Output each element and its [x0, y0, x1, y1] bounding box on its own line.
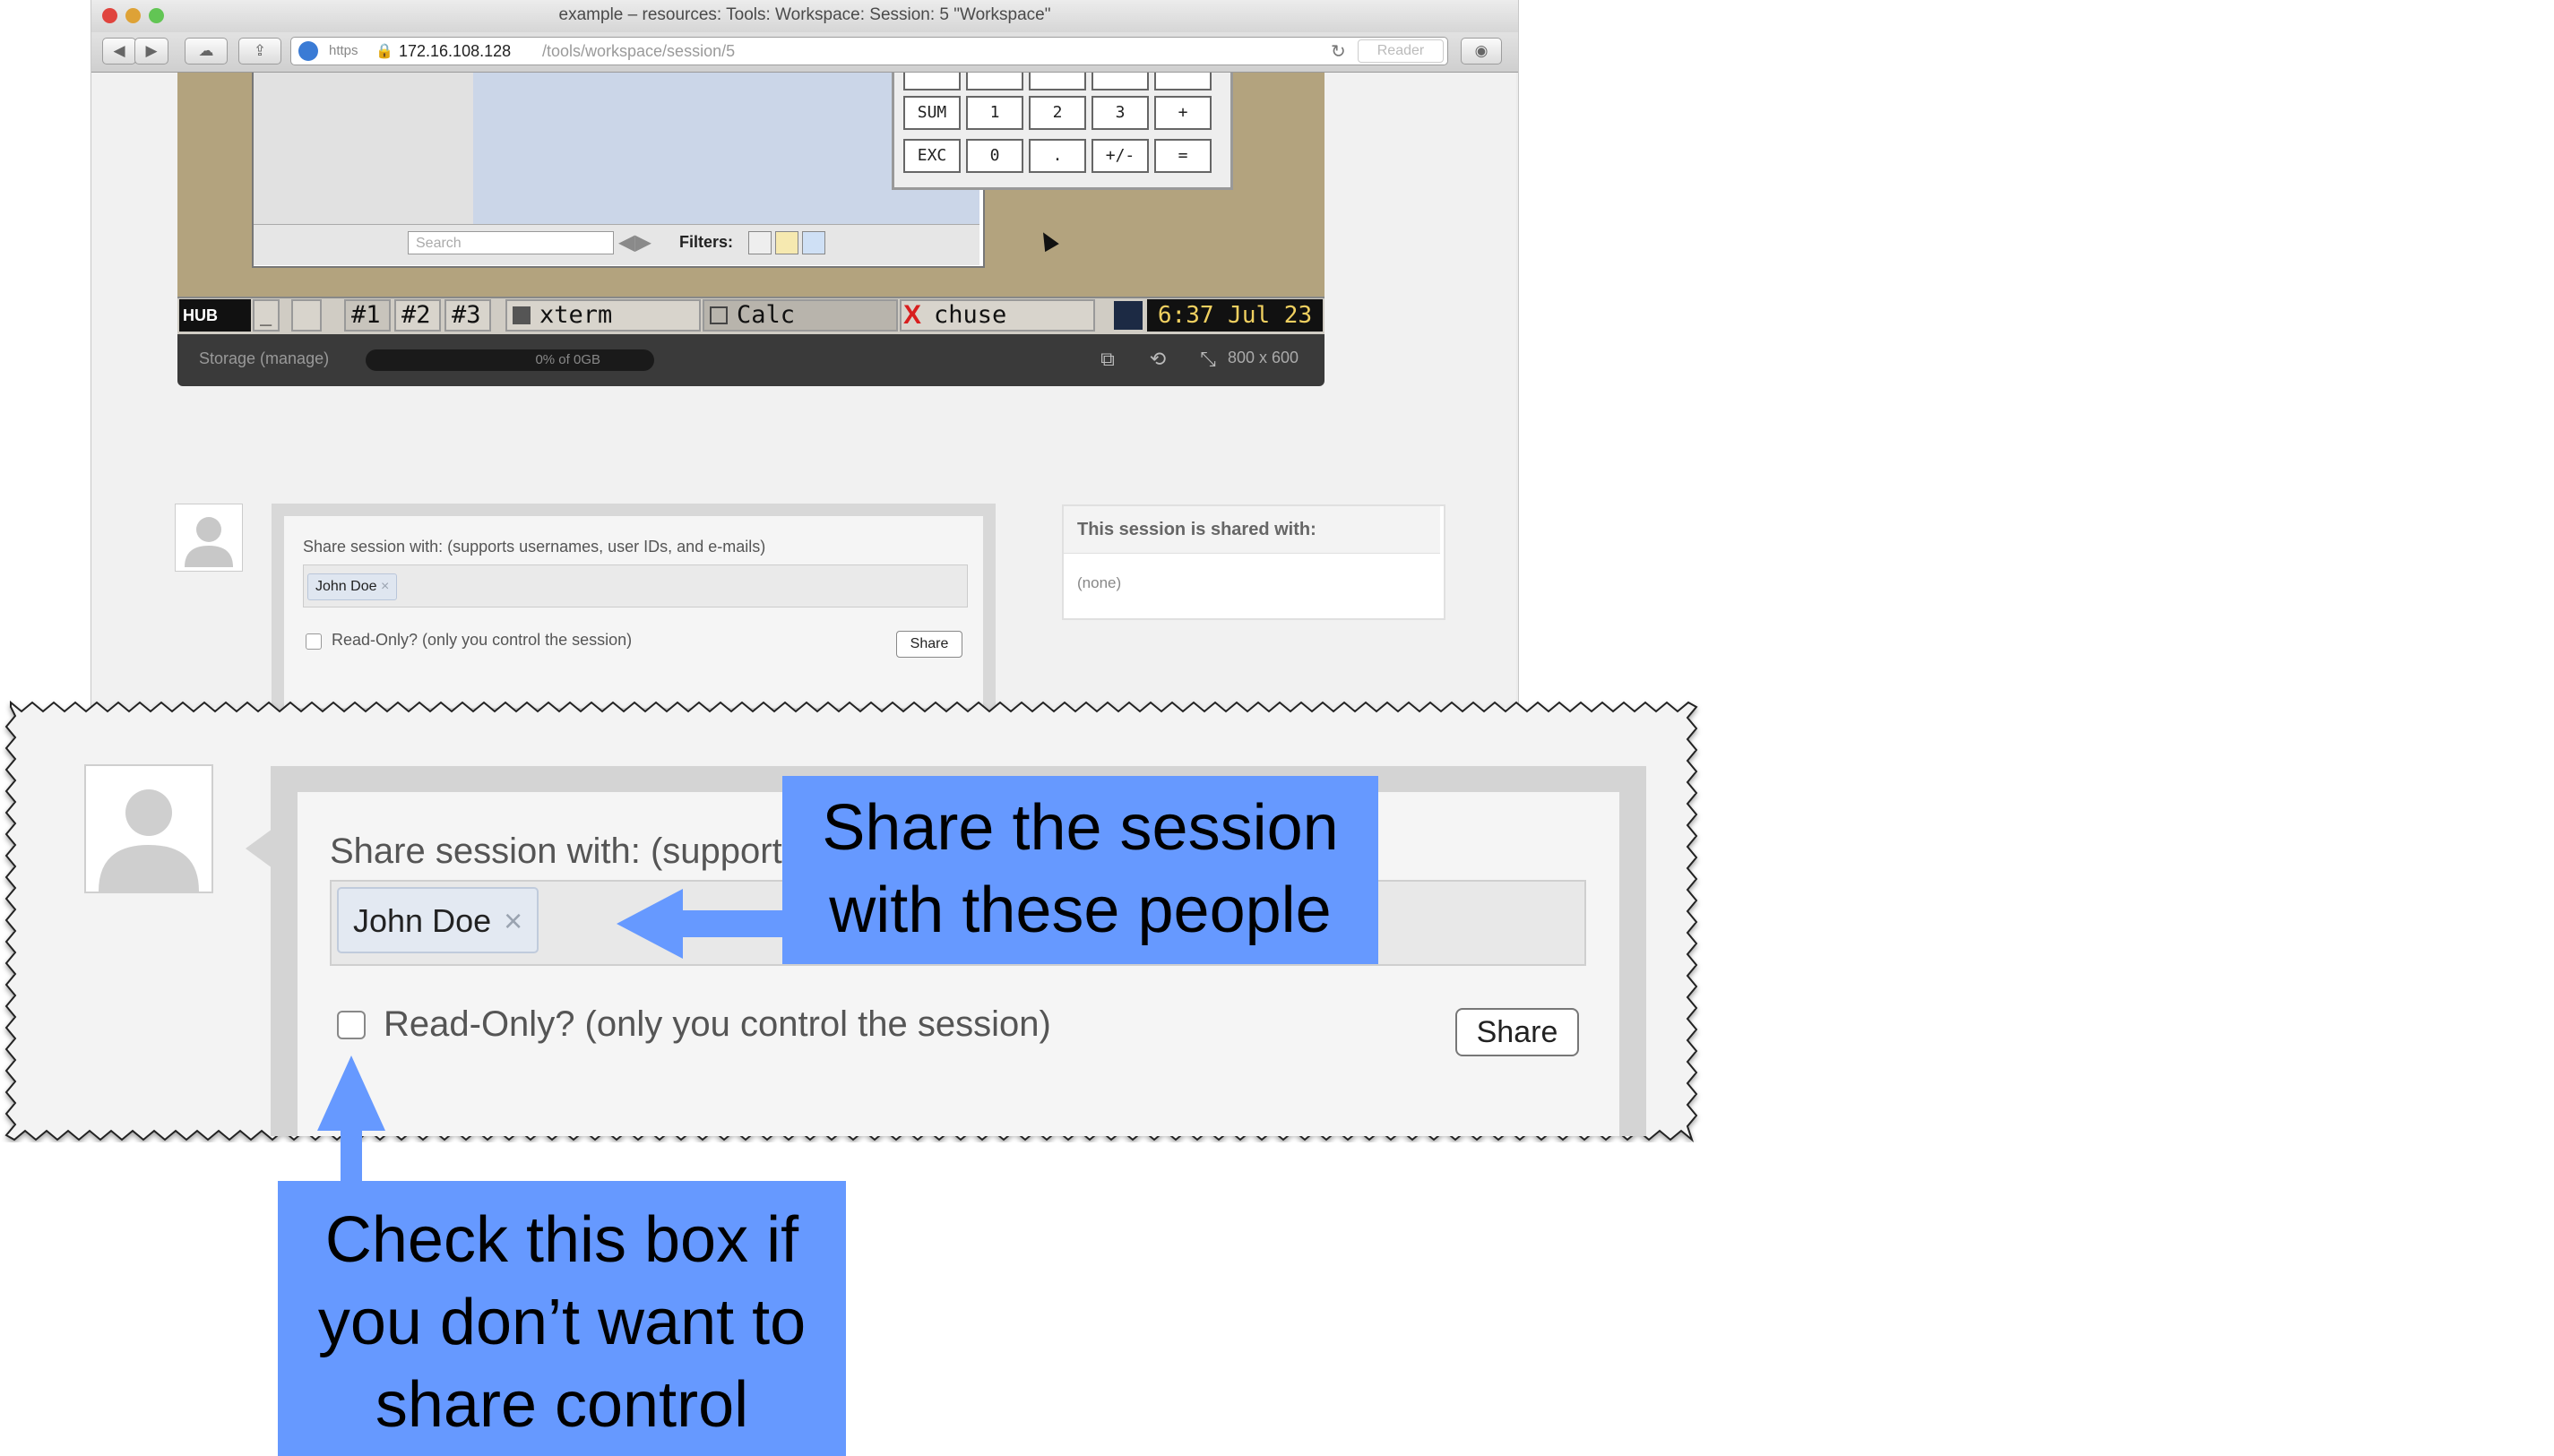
callout-line: Check this box if	[324, 1204, 799, 1276]
arrow-to-checkbox-icon	[317, 1055, 385, 1185]
arrow-to-recipients-icon	[617, 889, 789, 959]
callout-line: Share the session	[822, 792, 1339, 864]
callout-line: you don’t want to	[317, 1287, 807, 1358]
callout-readonly: Check this box if you don’t want to shar…	[278, 1181, 846, 1456]
callout-line: share control	[375, 1369, 749, 1441]
callout-share-people: Share the session with these people	[782, 776, 1378, 964]
callout-line: with these people	[829, 874, 1332, 946]
